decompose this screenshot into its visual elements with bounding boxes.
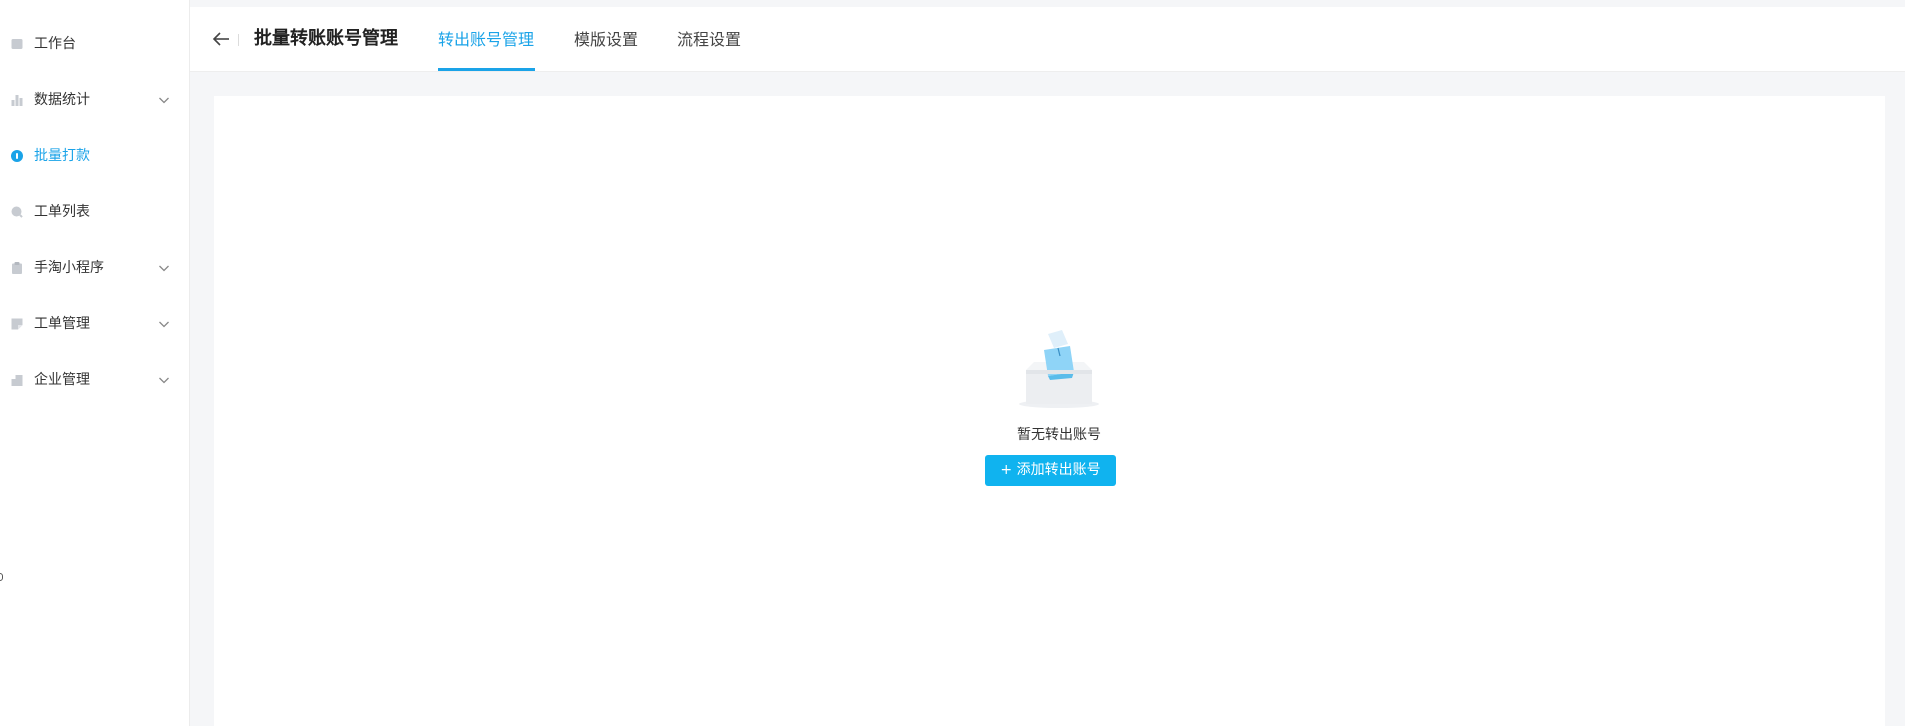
ticket-icon [11,318,23,330]
search-icon [11,206,23,218]
empty-state-text: 暂无转出账号 [1017,427,1101,443]
tab-process-settings[interactable]: 流程设置 [677,29,741,51]
sidebar-item-label: 工单管理 [34,316,90,332]
sidebar-item-label: 批量打款 [34,148,90,164]
sidebar-item-enterprise-management[interactable]: 企业管理 [0,360,189,400]
bar-chart-icon [11,95,23,106]
tab-outgoing-accounts[interactable]: 转出账号管理 [438,29,534,51]
coin-icon [11,150,23,162]
sidebar-item-label: 数据统计 [34,92,90,108]
empty-box-icon [1019,330,1099,408]
workbench-icon [11,39,23,49]
sidebar-collapse-handle[interactable] [0,573,3,581]
back-arrow-icon[interactable] [210,27,234,51]
sidebar-item-label: 企业管理 [34,372,90,388]
tab-template-settings[interactable]: 模版设置 [574,29,638,51]
sidebar-item-taobao-miniapp[interactable]: 手淘小程序 [0,248,189,288]
add-outgoing-account-button[interactable]: + 添加转出账号 [985,455,1116,486]
sidebar-item-data-stats[interactable]: 数据统计 [0,80,189,120]
header-divider [238,34,239,46]
sidebar-item-workbench[interactable]: 工作台 [0,24,189,64]
sidebar-item-label: 工单列表 [34,204,90,220]
sidebar-item-ticket-management[interactable]: 工单管理 [0,304,189,344]
chevron-down-icon[interactable] [158,375,170,385]
clipboard-icon [12,262,22,274]
active-tab-indicator [438,68,535,71]
chevron-down-icon[interactable] [158,95,170,105]
page-title: 批量转账账号管理 [254,28,398,49]
sidebar-item-ticket-list[interactable]: 工单列表 [0,192,189,232]
page-header: 批量转账账号管理 转出账号管理 模版设置 流程设置 [190,7,1905,72]
main-content: 暂无转出账号 + 添加转出账号 [214,96,1885,726]
sidebar-item-label: 手淘小程序 [34,260,104,276]
sidebar-item-batch-payment[interactable]: 批量打款 [0,136,189,176]
chevron-down-icon[interactable] [158,263,170,273]
chevron-down-icon[interactable] [158,319,170,329]
sidebar: 工作台 数据统计 批量打款 工单列表 手淘小程序 工单管理 企业管理 [0,0,190,726]
building-icon [11,375,23,386]
sidebar-item-label: 工作台 [34,36,76,52]
